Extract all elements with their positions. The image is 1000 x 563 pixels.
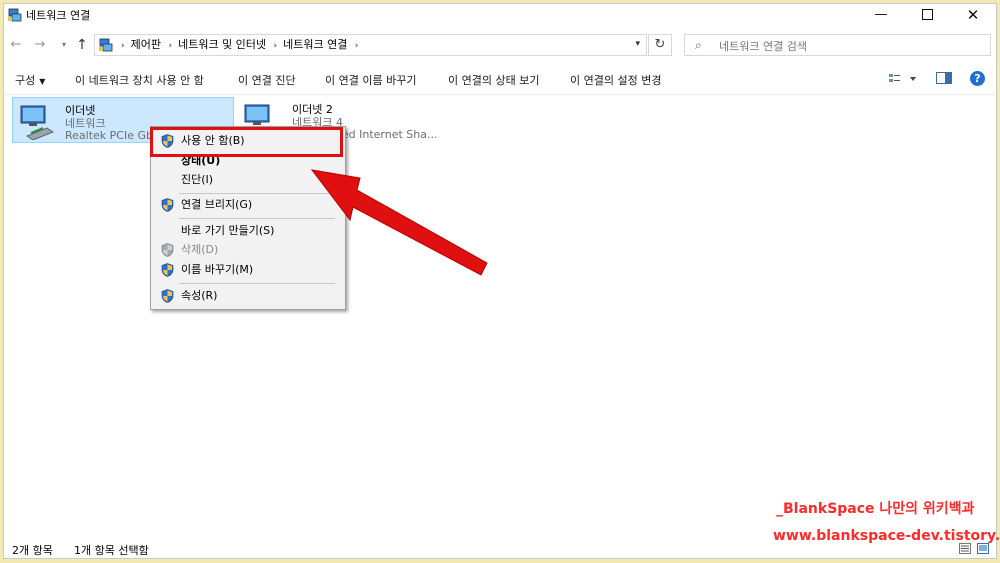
navigation-bar: ← → ▾ ↑ › 제어판 › 네트워크 및 인터넷 › 네트워크 연결 › ▾ ↻ … bbox=[4, 32, 996, 60]
organize-label: 구성 bbox=[15, 74, 36, 87]
chevron-down-icon: ▾ bbox=[61, 40, 66, 49]
search-box[interactable]: ⌕ 네트워크 연결 검색 bbox=[684, 34, 991, 56]
rename-command[interactable]: 이 연결 이름 바꾸기 bbox=[325, 72, 416, 88]
control-panel-icon bbox=[99, 38, 113, 52]
close-icon: ✕ bbox=[966, 6, 980, 24]
watermark-title: _BlankSpace 나만의 위키백과 bbox=[776, 501, 975, 517]
window-title: 네트워크 연결 bbox=[26, 9, 91, 22]
breadcrumb-separator-icon[interactable]: › bbox=[274, 41, 278, 51]
red-arrow-icon bbox=[310, 169, 488, 276]
uac-shield-icon bbox=[161, 198, 174, 212]
item-count: 2개 항목 bbox=[12, 544, 53, 557]
title-bar: 네트워크 연결 — ✕ bbox=[4, 4, 996, 26]
breadcrumb-network-connections[interactable]: 네트워크 연결 bbox=[283, 38, 347, 51]
change-settings-command[interactable]: 이 연결의 설정 변경 bbox=[570, 72, 661, 88]
maximize-icon bbox=[921, 9, 933, 20]
help-button[interactable]: ? bbox=[970, 71, 985, 86]
breadcrumb-control-panel[interactable]: 제어판 bbox=[131, 38, 161, 51]
connection-adapter: Realtek PCIe GbE bbox=[65, 129, 160, 142]
view-options-icon bbox=[889, 74, 916, 82]
refresh-icon: ↻ bbox=[654, 37, 666, 52]
maximize-button[interactable] bbox=[904, 4, 950, 26]
arrow-right-icon: → bbox=[34, 37, 46, 52]
address-bar[interactable]: › 제어판 › 네트워크 및 인터넷 › 네트워크 연결 › ▾ bbox=[94, 34, 647, 56]
breadcrumb: › 제어판 › 네트워크 및 인터넷 › 네트워크 연결 › bbox=[117, 35, 364, 55]
network-adapter-icon bbox=[20, 105, 55, 140]
caret-down-icon: ▼ bbox=[39, 77, 46, 86]
minimize-icon: — bbox=[874, 7, 888, 22]
help-icon: ? bbox=[974, 72, 981, 85]
large-icons-view-icon[interactable] bbox=[977, 543, 989, 554]
menu-item-label: 속성(R) bbox=[181, 289, 218, 302]
close-button[interactable]: ✕ bbox=[950, 4, 996, 26]
menu-item-properties[interactable]: 속성(R) bbox=[151, 286, 345, 306]
forward-button[interactable]: → bbox=[32, 36, 48, 54]
recent-locations-button[interactable]: ▾ bbox=[56, 36, 72, 54]
view-status-command[interactable]: 이 연결의 상태 보기 bbox=[448, 72, 539, 88]
menu-item-label: 이름 바꾸기(M) bbox=[181, 263, 254, 276]
up-button[interactable]: ↑ bbox=[74, 36, 90, 54]
menu-item-label: 삭제(D) bbox=[181, 243, 219, 256]
uac-shield-icon bbox=[161, 243, 174, 257]
menu-item-label: 바로 가기 만들기(S) bbox=[181, 224, 275, 237]
arrow-up-icon: ↑ bbox=[76, 37, 88, 53]
search-input[interactable]: 네트워크 연결 검색 bbox=[719, 38, 807, 54]
highlight-box bbox=[150, 127, 343, 157]
arrow-left-icon: ← bbox=[10, 37, 22, 52]
breadcrumb-separator-icon[interactable]: › bbox=[121, 41, 125, 51]
breadcrumb-network-internet[interactable]: 네트워크 및 인터넷 bbox=[178, 38, 266, 51]
diagnose-command[interactable]: 이 연결 진단 bbox=[238, 72, 296, 88]
network-connections-app-icon bbox=[8, 8, 22, 22]
breadcrumb-separator-icon[interactable]: › bbox=[168, 41, 172, 51]
back-button[interactable]: ← bbox=[8, 36, 24, 54]
address-dropdown-icon[interactable]: ▾ bbox=[635, 39, 640, 49]
uac-shield-icon bbox=[161, 289, 174, 303]
network-connections-window: 네트워크 연결 — ✕ ← → ▾ ↑ › 제어판 › 네트워크 및 인터넷 › 네트… bbox=[3, 3, 1000, 559]
details-view-icon[interactable] bbox=[959, 543, 971, 554]
organize-menu[interactable]: 구성 ▼ bbox=[15, 72, 45, 88]
selected-count: 1개 항목 선택함 bbox=[74, 544, 149, 557]
uac-shield-icon bbox=[161, 263, 174, 277]
command-bar: 구성 ▼ 이 네트워크 장치 사용 안 함 이 연결 진단 이 연결 이름 바꾸기… bbox=[4, 64, 996, 95]
minimize-button[interactable]: — bbox=[858, 4, 904, 26]
change-view-button[interactable] bbox=[888, 72, 918, 86]
disable-device-command[interactable]: 이 네트워크 장치 사용 안 함 bbox=[75, 72, 204, 88]
refresh-button[interactable]: ↻ bbox=[648, 34, 672, 56]
menu-item-label: 진단(I) bbox=[181, 173, 214, 186]
status-bar: 2개 항목 1개 항목 선택함 bbox=[4, 540, 996, 558]
preview-pane-icon[interactable] bbox=[936, 72, 952, 84]
search-icon: ⌕ bbox=[695, 38, 702, 52]
breadcrumb-separator-icon[interactable]: › bbox=[355, 41, 359, 51]
menu-item-label: 연결 브리지(G) bbox=[181, 198, 253, 211]
